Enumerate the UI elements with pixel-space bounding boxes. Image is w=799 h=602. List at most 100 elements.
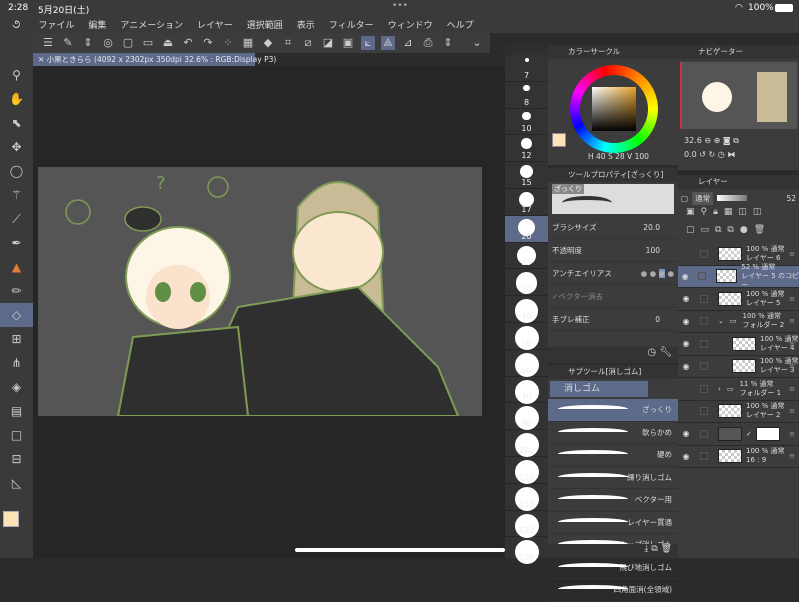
layer-folder[interactable]: ◉ ⌄ ▭ 100 % 通常 フォルダー 2 ≡ [678, 311, 799, 333]
eye-icon[interactable]: ◉ [678, 294, 694, 303]
new-file-icon[interactable]: ▢ [121, 36, 135, 50]
drag-handle-icon[interactable]: ≡ [789, 250, 795, 258]
menu-animation[interactable]: アニメーション [120, 18, 183, 31]
ruler-icon[interactable]: ⧄ [301, 36, 315, 50]
eye-icon[interactable]: ◉ [678, 362, 694, 371]
eraser-tool-icon[interactable]: ◇ [0, 303, 33, 327]
opacity-row[interactable]: 不透明度 100 [548, 239, 678, 262]
deselect-icon[interactable]: ⁘ [221, 36, 235, 50]
layer-opacity-slider[interactable] [717, 195, 748, 201]
snap-special-icon[interactable]: ⟁ [381, 36, 395, 50]
menu-selection[interactable]: 選択範囲 [247, 18, 283, 31]
layer-row[interactable]: ◉ 100 % 通常 16 : 9 ≡ [678, 446, 799, 468]
hand-tool-icon[interactable]: ✋ [0, 87, 33, 111]
drag-handle-icon[interactable]: ≡ [789, 317, 795, 325]
save-icon[interactable]: ⏏ [161, 36, 175, 50]
brush-size-15[interactable]: 15 [505, 162, 548, 189]
updown-icon[interactable]: ⇕ [81, 36, 95, 50]
pen-tool-icon[interactable]: ✒ [0, 231, 33, 255]
gradient-tool-icon[interactable]: ▤ [0, 399, 33, 423]
subtool-item[interactable]: 軟らかめ [548, 422, 678, 444]
vector-erase-row[interactable]: ✓ ベクター消去 [548, 285, 678, 308]
saturation-value-square[interactable] [592, 87, 636, 131]
import-icon[interactable]: ⤓ [644, 544, 648, 554]
frame-icon[interactable]: ▣ [341, 36, 355, 50]
tone-icon[interactable]: ◪ [321, 36, 335, 50]
menu-view[interactable]: 表示 [297, 18, 315, 31]
frame-tool-icon[interactable]: ⊟ [0, 447, 33, 471]
magic-wand-icon[interactable]: ⚚ [0, 183, 33, 207]
brush-size-25[interactable]: 25 [505, 243, 548, 270]
snap-grid-icon[interactable]: ⊿ [401, 36, 415, 50]
decoration-tool-icon[interactable]: ⋔ [0, 351, 33, 375]
wrench-icon[interactable]: 🔧︎ [659, 347, 672, 358]
layer-row[interactable]: ◉ ✓ ≡ [678, 423, 799, 446]
updown-icon-2[interactable]: ⇕ [441, 36, 455, 50]
drag-handle-icon[interactable]: ≡ [789, 385, 795, 393]
target-icon[interactable]: ◎ [101, 36, 115, 50]
eye-icon[interactable]: ◉ [678, 452, 694, 461]
blend-mode-select[interactable]: 通常 [692, 191, 714, 205]
pencil-tool-icon[interactable]: ✏ [0, 279, 33, 303]
home-indicator[interactable] [295, 548, 505, 552]
menu-layer[interactable]: レイヤー [197, 18, 233, 31]
artwork-canvas[interactable]: ? [38, 167, 482, 416]
layer-opacity-value[interactable]: 52 [786, 194, 796, 203]
layer-row[interactable]: ◉ 100 % 通常 レイヤー 4 ≡ [678, 333, 799, 356]
layer-lock-checkbox[interactable] [700, 407, 708, 416]
detail-icon[interactable]: ◷ [647, 347, 656, 358]
brush-size-120[interactable]: 120 [505, 457, 548, 484]
drag-handle-icon[interactable]: ≡ [789, 272, 795, 280]
menu-edit[interactable]: 編集 [88, 18, 106, 31]
layer-folder[interactable]: › ▭ 11 % 通常 フォルダー 1 ≡ [678, 378, 799, 401]
stabilization-row[interactable]: 手ブレ補正 0 [548, 308, 678, 331]
zoom-value[interactable]: 32.6 [684, 136, 702, 145]
layer-row[interactable]: ◉ 100 % 通常 レイヤー 3 ≡ [678, 356, 799, 378]
layer-lock-checkbox[interactable] [700, 294, 708, 303]
brush-size-8[interactable]: 8 [505, 82, 548, 109]
zoom-tool-icon[interactable]: ⚲ [0, 63, 33, 87]
open-folder-icon[interactable]: ▭ [141, 36, 155, 50]
brush-size-200[interactable]: 200 [505, 537, 548, 565]
antialias-options[interactable]: ● ● ● ● [641, 268, 674, 278]
brush-size-10[interactable]: 10 [505, 109, 548, 136]
canvas-area[interactable]: ? [33, 66, 505, 558]
opacity-value[interactable]: 100 [646, 246, 660, 255]
brush-size-50[interactable]: 50 [505, 323, 548, 350]
trash-icon[interactable]: 🗑︎ [661, 544, 672, 554]
layer-lock-checkbox[interactable] [700, 317, 708, 326]
chevron-right-icon[interactable]: › [718, 385, 721, 393]
multitask-dots[interactable]: ••• [392, 1, 408, 11]
subtool-item[interactable]: 練り消しゴム [548, 467, 678, 489]
layer-row[interactable]: 100 % 通常 レイヤー 2 ≡ [678, 401, 799, 423]
edit-icon[interactable]: ✎ [61, 36, 75, 50]
duplicate-icon[interactable]: ⧉ [651, 544, 657, 554]
eyedropper-icon[interactable]: ⟋ [0, 207, 33, 231]
subtool-item[interactable]: 硬め [548, 444, 678, 467]
drag-handle-icon[interactable]: ≡ [789, 407, 795, 415]
layer-lock-checkbox[interactable] [698, 272, 706, 281]
close-tab-icon[interactable]: ✕ [38, 55, 47, 64]
main-color-swatch[interactable] [3, 511, 19, 527]
brush-size-150[interactable]: 150 [505, 484, 548, 511]
subtool-item[interactable]: ベクター用 [548, 489, 678, 512]
layer-lock-checkbox[interactable] [700, 452, 708, 461]
brush-size-80[interactable]: 80 [505, 403, 548, 431]
brush-size-row[interactable]: ブラシサイズ 20.0 [548, 216, 678, 239]
drag-handle-icon[interactable]: ≡ [789, 430, 795, 438]
brush-size-170[interactable]: 170 [505, 511, 548, 538]
eye-icon[interactable]: ◉ [678, 339, 694, 348]
snap-ruler-icon[interactable]: ⟀ [361, 36, 375, 50]
layer-lock-checkbox[interactable] [700, 339, 708, 348]
brush-size-70[interactable]: 70 [505, 377, 548, 404]
layer-row[interactable]: ◉ 52 % 通常 レイヤー 5 のコピー ≡ [678, 263, 799, 289]
rotation-value[interactable]: 0.0 [684, 150, 697, 159]
subtool-group[interactable]: 消しゴム [550, 381, 648, 397]
brush-size-40[interactable]: 40 [505, 296, 548, 323]
brush-tool-icon[interactable]: ▲ [0, 255, 33, 279]
lasso-tool-icon[interactable]: ◯ [0, 159, 33, 183]
layer-options-row[interactable]: ▣⚲🔒︎▦◫◫ [678, 207, 799, 225]
blend-tool-icon[interactable]: ⊞ [0, 327, 33, 351]
brush-size-7[interactable]: 7 [505, 55, 548, 82]
antialias-row[interactable]: アンチエイリアス ● ● ● ● [548, 262, 678, 285]
